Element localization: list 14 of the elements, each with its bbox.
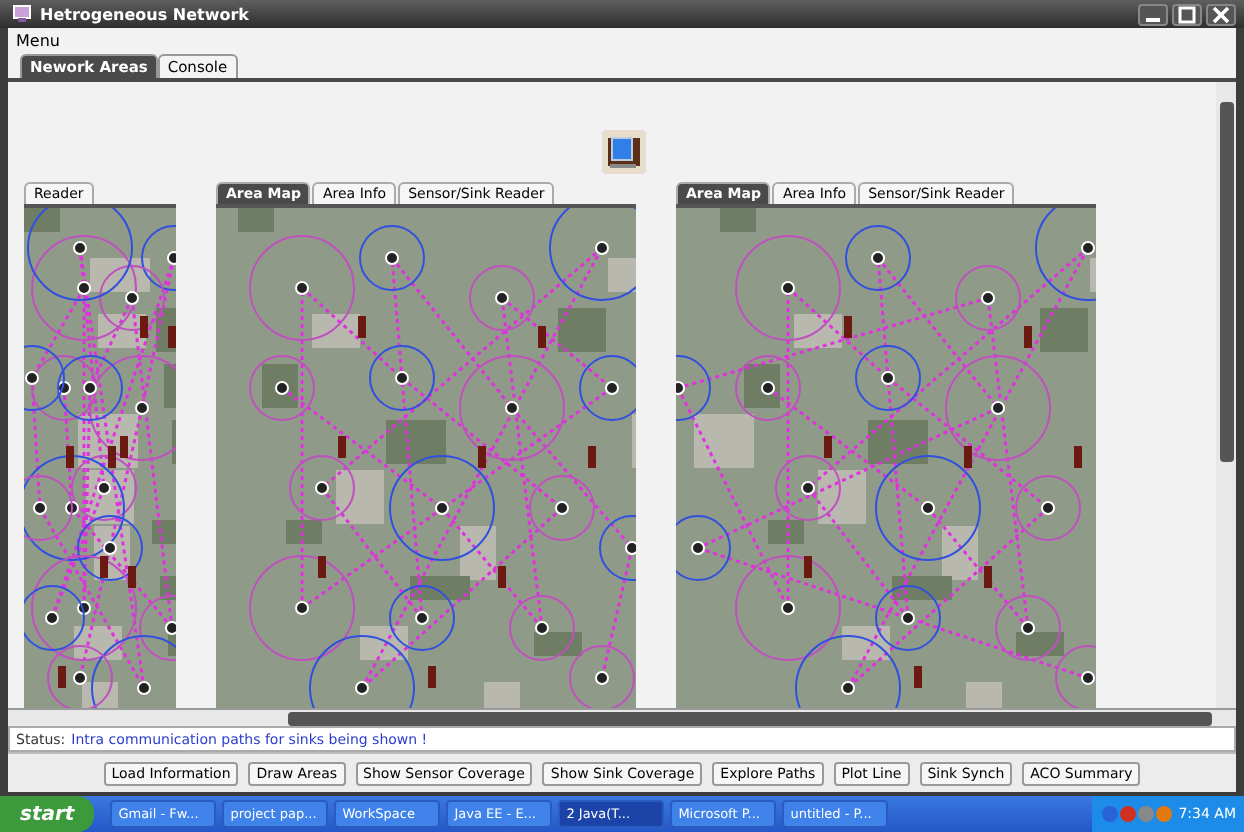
minimize-button[interactable] (1138, 3, 1168, 25)
start-button[interactable]: start (0, 796, 95, 832)
minimize-icon (1146, 17, 1160, 21)
app-icon (12, 4, 32, 24)
window-title: Hetrogeneous Network (40, 5, 251, 23)
maximize-button[interactable] (1172, 3, 1202, 25)
close-button[interactable] (1206, 3, 1236, 25)
maximize-icon (1178, 5, 1196, 23)
vertical-scrollbar[interactable] (1216, 82, 1236, 708)
close-icon (1212, 5, 1230, 23)
tray-icons-drawing (1100, 804, 1173, 824)
computer-icon (602, 130, 646, 174)
menu-item[interactable]: Menu (16, 31, 60, 49)
horizontal-scrollbar[interactable] (8, 708, 1236, 726)
